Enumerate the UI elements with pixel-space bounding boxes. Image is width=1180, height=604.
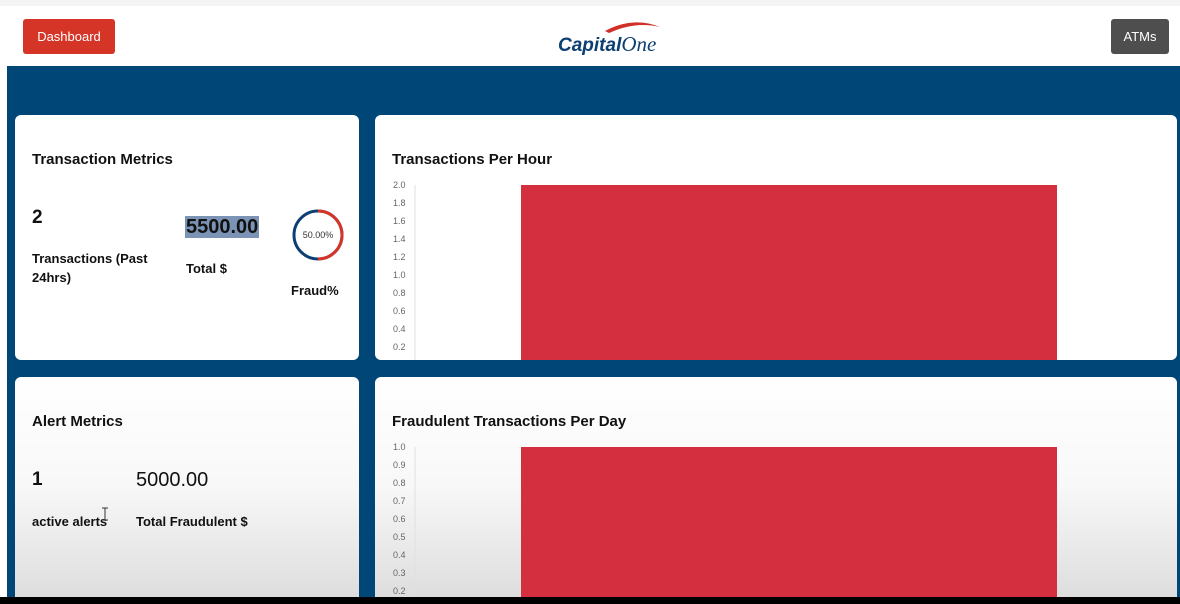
active-alerts-count: 1 bbox=[32, 469, 43, 490]
fraud-label: Fraud% bbox=[291, 283, 339, 298]
alert-metrics-card: Alert Metrics 1 active alerts 5000.00 To… bbox=[15, 377, 359, 604]
y-tick-label: 1.0 bbox=[393, 270, 406, 280]
y-tick-label: 0.6 bbox=[393, 306, 406, 316]
transaction-count: 2 bbox=[32, 207, 43, 228]
fraudulent-transactions-per-day-card: Fraudulent Transactions Per Day 1.0 0.9 0.… bbox=[375, 377, 1177, 604]
y-tick-label: 0.7 bbox=[393, 496, 406, 506]
logo-capital: Capital bbox=[558, 35, 622, 56]
bottom-edge bbox=[0, 597, 1180, 604]
y-tick-label: 1.4 bbox=[393, 234, 406, 244]
chart-title: Fraudulent Transactions Per Day bbox=[392, 413, 627, 430]
total-label: Total $ bbox=[186, 261, 227, 276]
bar[interactable] bbox=[521, 447, 1057, 604]
fraudulent-transactions-chart: 1.0 0.9 0.8 0.7 0.6 0.5 0.4 0.3 0.2 bbox=[393, 442, 1057, 604]
y-tick-label: 2.0 bbox=[393, 180, 406, 190]
y-tick-label: 1.0 bbox=[393, 442, 406, 452]
total-fraudulent-label: Total Fraudulent $ bbox=[136, 514, 248, 529]
header-bar: Dashboard CapitalOne ATMs bbox=[0, 6, 1180, 66]
y-tick-label: 0.4 bbox=[393, 324, 406, 334]
active-alerts-label: active alerts bbox=[32, 514, 108, 529]
card-title: Transaction Metrics bbox=[32, 151, 173, 168]
y-tick-label: 1.6 bbox=[393, 216, 406, 226]
logo-one: One bbox=[621, 32, 657, 56]
dashboard-area: Transaction Metrics 2 Transactions (Past… bbox=[7, 66, 1180, 604]
y-tick-label: 0.2 bbox=[393, 342, 406, 352]
y-tick-label: 0.9 bbox=[393, 460, 406, 470]
chart-title: Transactions Per Hour bbox=[392, 151, 553, 168]
capital-one-logo: CapitalOne bbox=[553, 18, 673, 58]
transactions-per-hour-card: Transactions Per Hour 2.0 1.8 1.6 1.4 1.2 1.0… bbox=[375, 115, 1177, 360]
y-tick-label: 0.6 bbox=[393, 514, 406, 524]
logo-text: CapitalOne bbox=[558, 32, 656, 57]
transaction-count-label: Transactions (Past 24hrs) bbox=[32, 251, 148, 285]
transaction-metrics-card: Transaction Metrics 2 Transactions (Past… bbox=[15, 115, 359, 360]
y-tick-label: 0.4 bbox=[393, 550, 406, 560]
y-tick-label: 0.3 bbox=[393, 568, 406, 578]
y-tick-label: 0.2 bbox=[393, 586, 406, 596]
text-cursor-icon bbox=[102, 507, 108, 521]
fraud-percent-value: 50.00% bbox=[302, 230, 334, 240]
y-tick-label: 1.2 bbox=[393, 252, 406, 262]
total-amount[interactable]: 5500.00 bbox=[185, 216, 260, 239]
bar[interactable] bbox=[521, 185, 1057, 360]
y-tick-label: 1.8 bbox=[393, 198, 406, 208]
dashboard-button[interactable]: Dashboard bbox=[23, 19, 115, 54]
y-tick-label: 0.8 bbox=[393, 288, 406, 298]
atms-button[interactable]: ATMs bbox=[1111, 19, 1169, 54]
transactions-per-hour-chart: 2.0 1.8 1.6 1.4 1.2 1.0 0.8 0.6 0.4 0.2 bbox=[393, 180, 1057, 360]
fraud-percent-gauge: 50.00% bbox=[292, 209, 344, 261]
total-fraudulent-amount: 5000.00 bbox=[136, 469, 209, 491]
card-title: Alert Metrics bbox=[32, 413, 123, 430]
total-amount-value: 5500.00 bbox=[185, 216, 260, 238]
y-tick-label: 0.8 bbox=[393, 478, 406, 488]
y-tick-label: 0.5 bbox=[393, 532, 406, 542]
